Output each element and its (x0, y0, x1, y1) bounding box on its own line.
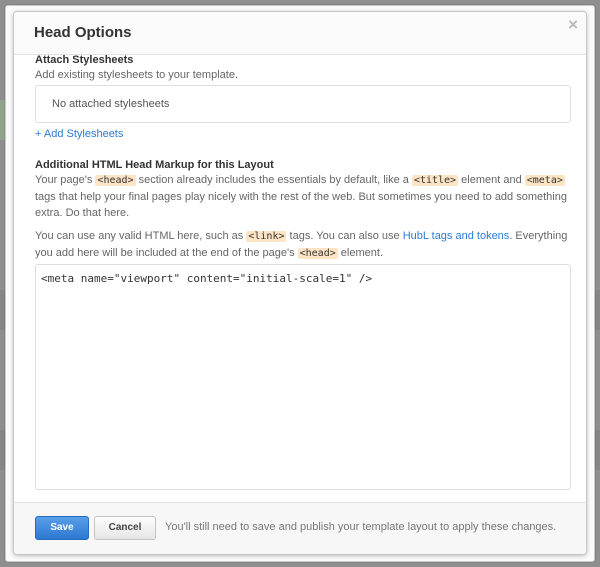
editor-content[interactable]: <meta name="viewport" content="initial-s… (41, 272, 372, 285)
close-icon[interactable]: × (568, 15, 578, 35)
modal-title: Head Options (34, 24, 132, 41)
attach-stylesheets-title: Attach Stylesheets (35, 55, 134, 66)
desc-text: You can use any valid HTML here, such as (35, 230, 247, 242)
save-button[interactable]: Save (35, 516, 89, 540)
hubl-tags-link[interactable]: HubL tags and tokens (403, 230, 510, 242)
code-tag: <head> (297, 248, 338, 259)
attached-stylesheets-list: No attached stylesheets (35, 85, 571, 123)
head-markup-description: Your page's <head> section already inclu… (35, 172, 571, 221)
desc-text: element. (337, 247, 383, 259)
empty-stylesheets-text: No attached stylesheets (52, 98, 170, 110)
head-markup-editor[interactable]: <meta name="viewport" content="initial-s… (35, 264, 571, 490)
code-tag: <head> (95, 175, 136, 186)
head-options-modal: Head Options × Attach Stylesheets Add ex… (13, 11, 587, 555)
desc-text: section already includes the essentials … (135, 174, 412, 186)
code-tag: <meta> (524, 175, 565, 186)
footer-note: You'll still need to save and publish yo… (165, 521, 557, 533)
code-tag: <link> (246, 231, 287, 242)
head-markup-title: Additional HTML Head Markup for this Lay… (35, 159, 274, 171)
attach-stylesheets-subtitle: Add existing stylesheets to your templat… (35, 69, 238, 81)
modal-body: Attach Stylesheets Add existing styleshe… (14, 55, 586, 502)
desc-text: Your page's (35, 174, 96, 186)
modal-footer: Save Cancel You'll still need to save an… (14, 502, 586, 554)
head-markup-usage-note: You can use any valid HTML here, such as… (35, 228, 571, 262)
code-tag: <title> (411, 175, 459, 186)
cancel-button[interactable]: Cancel (94, 516, 156, 540)
desc-text: element and (458, 174, 525, 186)
desc-text: tags that help your final pages play nic… (35, 191, 567, 219)
modal-header: Head Options × (14, 12, 586, 55)
add-stylesheets-link[interactable]: + Add Stylesheets (35, 128, 123, 140)
desc-text: tags. You can also use (286, 230, 403, 242)
